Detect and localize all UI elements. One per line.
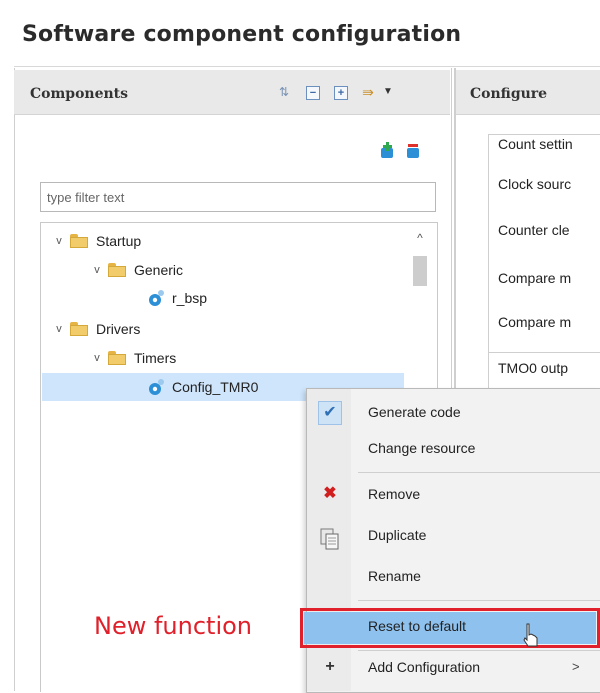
configure-label: TMO0 outp [498,360,569,376]
chevron-down-icon[interactable]: v [52,322,66,336]
add-component-icon[interactable] [378,142,396,160]
annotation-label: New function [94,612,253,640]
component-icon [149,290,164,306]
tree-item-label: Config_TMR0 [172,379,259,395]
menu-item-remove[interactable]: Remove [368,486,420,502]
menu-item-reset-to-default[interactable]: Reset to default [368,618,466,634]
checkmark-icon: ✔ [323,404,337,421]
tree-item-label: r_bsp [172,290,208,306]
chevron-down-icon[interactable]: v [90,351,104,365]
collapse-all-icon[interactable]: − [306,86,320,100]
title-divider [14,66,600,67]
tree-item-generic[interactable]: v Generic [90,257,183,283]
tree-item-drivers[interactable]: v Drivers [52,316,140,342]
menu-item-duplicate[interactable]: Duplicate [368,527,426,543]
dropdown-arrow-icon[interactable]: ▼ [378,82,398,102]
duplicate-icon [320,528,339,550]
hand-cursor-icon [523,623,538,647]
menu-item-change-resource[interactable]: Change resource [368,440,475,456]
scrollbar-thumb[interactable] [413,256,427,286]
remove-icon: ✖ [323,485,337,502]
component-icon [149,379,164,395]
configure-title: Configure [470,86,548,102]
configure-label: Compare m [498,314,572,330]
tree-item-label: Timers [134,350,177,366]
configure-label: Clock sourc [498,176,572,192]
submenu-arrow-icon: > [572,659,580,674]
folder-icon [108,351,128,365]
scroll-up-icon[interactable]: ^ [414,232,426,244]
folder-icon [108,263,128,277]
filter-input[interactable] [40,182,436,212]
tree-item-r-bsp[interactable]: r_bsp [146,285,207,311]
chevron-down-icon[interactable]: v [90,263,104,277]
expand-all-icon[interactable]: + [334,86,348,100]
menu-separator [358,472,600,473]
folder-icon [70,234,90,248]
tree-item-timers[interactable]: v Timers [90,345,176,371]
menu-item-generate-code[interactable]: Generate code [368,404,461,420]
components-title: Components [30,86,129,102]
menu-separator [358,600,600,601]
configure-label: Compare m [498,270,572,286]
tree-item-label: Startup [96,233,142,249]
configure-label: Counter cle [498,222,570,238]
menu-separator [358,650,600,651]
view-menu-icon[interactable]: ⇛ [358,82,378,102]
tree-item-config-tmr0[interactable]: Config_TMR0 [146,374,258,400]
remove-component-icon[interactable] [404,142,422,160]
configure-label: Count settin [498,136,573,152]
tree-item-startup[interactable]: v Startup [52,228,141,254]
page-title: Software component configuration [22,22,462,47]
menu-item-rename[interactable]: Rename [368,568,421,584]
chevron-down-icon[interactable]: v [52,234,66,248]
tree-item-label: Drivers [96,321,141,337]
add-icon: + [325,658,335,675]
tree-item-label: Generic [134,262,184,278]
sort-icon[interactable]: ⇅ [274,82,294,102]
folder-icon [70,322,90,336]
menu-item-add-configuration[interactable]: Add Configuration [368,659,480,675]
